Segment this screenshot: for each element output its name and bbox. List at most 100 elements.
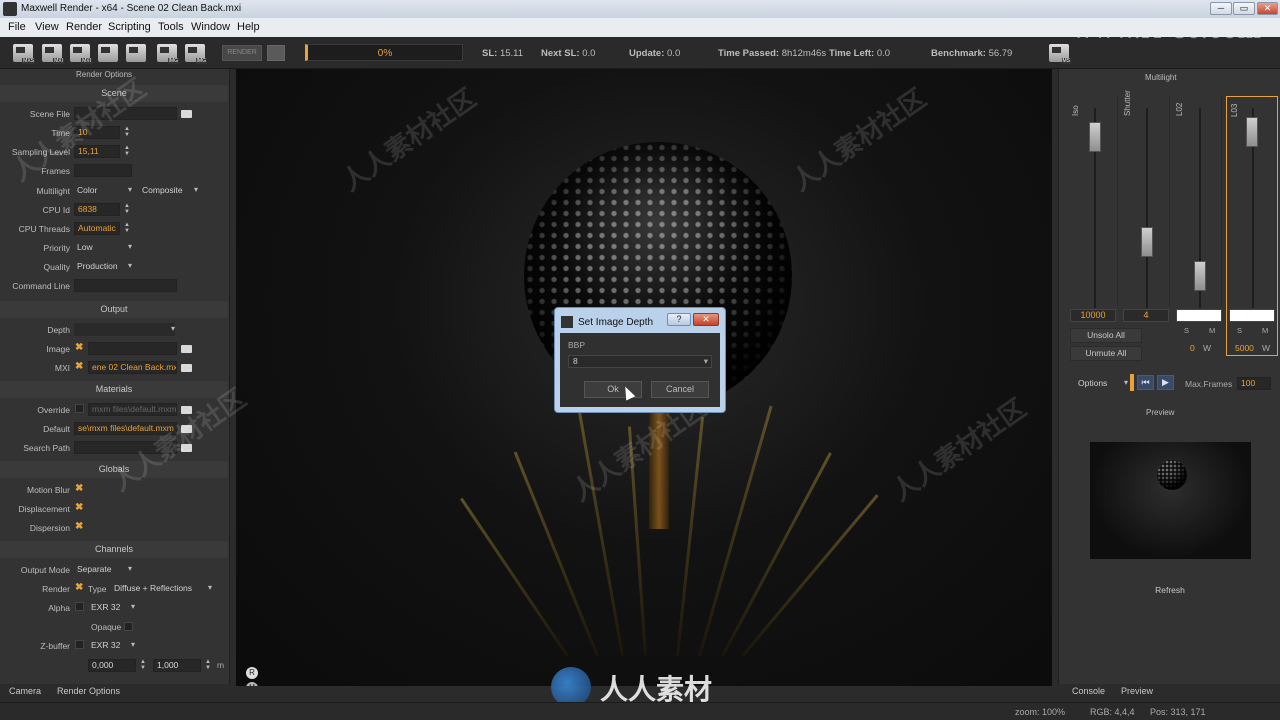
sampling-level-field[interactable]: 15,11 — [74, 145, 120, 158]
viewport-r-badge[interactable]: R — [246, 667, 258, 679]
time-spinner-icon[interactable]: ▲ ▼ — [123, 126, 131, 139]
cpu-id-field[interactable]: 6838 — [74, 203, 120, 216]
cpu-id-spinner-icon[interactable]: ▲ ▼ — [123, 203, 131, 216]
minimize-button[interactable]: ─ — [1210, 2, 1232, 15]
previous-frame-icon[interactable]: ⏮ — [1137, 375, 1154, 390]
mxi-path-field[interactable]: ene 02 Clean Back.mxi — [88, 361, 177, 374]
search-path-folder-icon[interactable] — [181, 444, 192, 452]
quality-dropdown[interactable]: Production — [77, 260, 132, 273]
zbuffer-max-field[interactable]: 1,000 — [153, 659, 201, 672]
l03-slider-knob[interactable] — [1246, 116, 1258, 147]
zbuffer-min-field[interactable]: 0,000 — [88, 659, 136, 672]
depth-dropdown[interactable] — [74, 323, 175, 336]
section-output[interactable]: Output — [0, 301, 228, 318]
maximize-button[interactable]: ▭ — [1233, 2, 1255, 15]
scene-file-field[interactable] — [74, 107, 177, 120]
save-mxi-icon[interactable]: MXI — [70, 44, 92, 64]
override-checkbox[interactable] — [75, 404, 84, 413]
menu-scripting[interactable]: Scripting — [108, 21, 151, 33]
viewport-m-badge[interactable]: M — [246, 682, 258, 686]
render-channel-checkbox[interactable]: ✖ — [75, 583, 83, 593]
priority-dropdown[interactable]: Low — [77, 241, 132, 254]
l02-slider-knob[interactable] — [1194, 261, 1206, 291]
shutter-slider-track[interactable] — [1146, 108, 1148, 308]
dialog-close-button[interactable]: ✕ — [693, 313, 719, 326]
sampling-spinner-icon[interactable]: ▲ ▼ — [123, 145, 131, 158]
l03-solo-label[interactable]: S — [1237, 326, 1242, 335]
tab-console[interactable]: Console — [1072, 686, 1105, 696]
iso-value-field[interactable]: 10000 — [1070, 309, 1116, 322]
frames-field[interactable] — [74, 164, 132, 177]
dialog-help-button[interactable]: ? — [667, 313, 691, 326]
output-mode-dropdown[interactable]: Separate — [77, 563, 132, 576]
opaque-checkbox[interactable] — [124, 622, 133, 631]
image-folder-icon[interactable] — [181, 345, 192, 353]
motion-blur-checkbox[interactable]: ✖ — [75, 484, 83, 494]
mxi-folder-icon[interactable] — [181, 364, 192, 372]
save-image-icon[interactable]: IMG — [185, 44, 207, 64]
play-icon[interactable]: ▶ — [1157, 375, 1174, 390]
zbuffer-format-dropdown[interactable]: EXR 32 — [91, 639, 135, 652]
sequence-save-icon[interactable] — [126, 44, 146, 62]
l03-intensity[interactable]: 5000 — [1235, 343, 1254, 353]
open-mxs-icon[interactable]: MXS — [13, 44, 35, 64]
section-globals[interactable]: Globals — [0, 461, 228, 478]
menu-file[interactable]: File — [8, 21, 26, 33]
cancel-button[interactable]: Cancel — [651, 381, 709, 398]
override-folder-icon[interactable] — [181, 406, 192, 414]
tab-preview[interactable]: Preview — [1121, 686, 1153, 696]
displacement-checkbox[interactable]: ✖ — [75, 503, 83, 513]
multilight-save-icon[interactable]: MS — [1049, 44, 1071, 64]
section-materials[interactable]: Materials — [0, 381, 228, 398]
tab-render-options[interactable]: Render Options — [57, 686, 120, 696]
l02-solo-label[interactable]: S — [1184, 326, 1189, 335]
zbuffer-max-spinner-icon[interactable]: ▲ ▼ — [204, 659, 212, 672]
multilight-dropdown[interactable]: Color — [77, 184, 132, 197]
max-frames-field[interactable]: 100 — [1237, 377, 1271, 390]
options-dropdown[interactable]: Options — [1078, 377, 1128, 390]
bbp-dropdown[interactable]: 8 — [568, 355, 712, 368]
dispersion-checkbox[interactable]: ✖ — [75, 522, 83, 532]
render-toggle-icon[interactable] — [267, 45, 285, 61]
section-channels[interactable]: Channels — [0, 541, 228, 558]
l02-color-swatch[interactable] — [1176, 309, 1222, 322]
override-path-field[interactable]: mxm files\default.mxm — [88, 403, 177, 416]
alpha-checkbox[interactable] — [75, 602, 84, 611]
alpha-format-dropdown[interactable]: EXR 32 — [91, 601, 135, 614]
tab-camera[interactable]: Camera — [9, 686, 41, 696]
sequence-icon[interactable] — [98, 44, 118, 62]
time-field[interactable]: 10 — [74, 126, 120, 139]
image-path-field[interactable] — [88, 342, 177, 355]
close-window-button[interactable]: ✕ — [1257, 2, 1278, 15]
mxi-enabled-icon[interactable]: ✖ — [75, 362, 83, 372]
search-path-field[interactable] — [74, 441, 177, 454]
cpu-threads-field[interactable]: Automatic — [74, 222, 120, 235]
image-enabled-icon[interactable]: ✖ — [75, 343, 83, 353]
unsolo-all-button[interactable]: Unsolo All — [1070, 328, 1142, 343]
menu-tools[interactable]: Tools — [158, 21, 184, 33]
refresh-button[interactable]: Refresh — [1141, 583, 1199, 598]
l03-color-swatch[interactable] — [1229, 309, 1275, 322]
unmute-all-button[interactable]: Unmute All — [1070, 346, 1142, 361]
iso-slider-knob[interactable] — [1089, 121, 1101, 152]
multilight-mode-dropdown[interactable]: Composite — [142, 184, 198, 197]
default-folder-icon[interactable] — [181, 425, 192, 433]
open-image-icon[interactable]: IMG — [157, 44, 179, 64]
zbuffer-min-spinner-icon[interactable]: ▲ ▼ — [139, 659, 147, 672]
l02-mute-label[interactable]: M — [1209, 326, 1215, 335]
section-scene[interactable]: Scene — [0, 85, 228, 102]
command-line-field[interactable] — [74, 279, 177, 292]
scene-file-folder-icon[interactable] — [181, 110, 192, 118]
zbuffer-checkbox[interactable] — [75, 640, 84, 649]
menu-help[interactable]: Help — [237, 21, 260, 33]
cpu-threads-spinner-icon[interactable]: ▲ ▼ — [123, 222, 131, 235]
shutter-slider-knob[interactable] — [1141, 227, 1153, 257]
menu-window[interactable]: Window — [191, 21, 230, 33]
shutter-value-field[interactable]: 4 — [1123, 309, 1169, 322]
l02-intensity[interactable]: 0 — [1190, 343, 1195, 353]
render-button[interactable]: RENDER — [222, 45, 262, 61]
l03-mute-label[interactable]: M — [1262, 326, 1268, 335]
type-dropdown[interactable]: Diffuse + Reflections — [114, 582, 212, 595]
menu-render[interactable]: Render — [66, 21, 102, 33]
default-path-field[interactable]: se\mxm files\default.mxm — [74, 422, 177, 435]
